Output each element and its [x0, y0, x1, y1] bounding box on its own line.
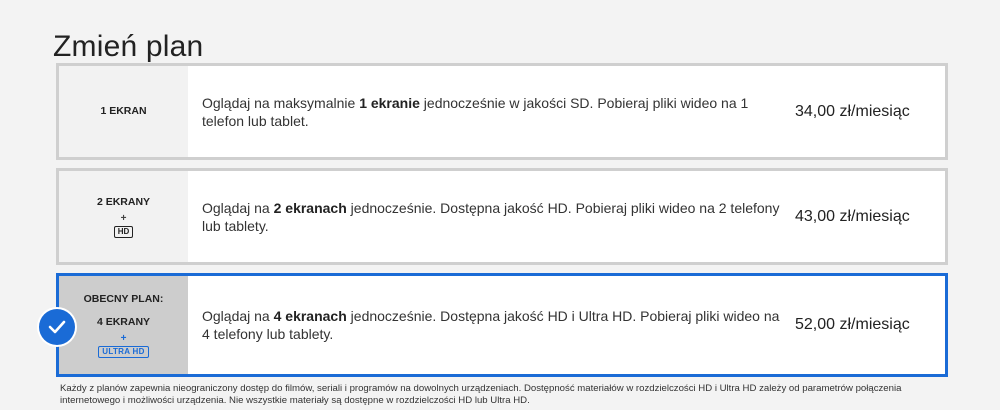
plan-option-1-screen[interactable]: 1 EKRAN Oglądaj na maksymalnie 1 ekranie…	[56, 63, 948, 160]
plan-screens-label: 4 EKRANY	[96, 315, 151, 328]
plan-desc-bold: 1 ekranie	[359, 94, 420, 111]
plus-sign: +	[120, 212, 127, 224]
plan-desc-text: Oglądaj na	[202, 308, 274, 324]
page-title: Zmień plan	[53, 30, 204, 64]
plan-desc-bold: 4 ekranach	[273, 308, 347, 324]
plan-screens-label: 1 EKRAN	[100, 105, 147, 117]
plan-screens-panel: OBECNY PLAN: 4 EKRANY + ULTRA HD	[59, 276, 188, 374]
plan-option-4-screens-current[interactable]: OBECNY PLAN: 4 EKRANY + ULTRA HD Oglądaj…	[56, 273, 948, 377]
plans-footnote: Każdy z planów zapewnia nieograniczony d…	[60, 383, 902, 406]
plan-price: 34,00 zł/miesiąc	[795, 102, 910, 120]
plan-description: Oglądaj na 4 ekranach jednocześnie. Dost…	[188, 276, 795, 374]
plan-description: Oglądaj na maksymalnie 1 ekranie jednocz…	[188, 66, 795, 157]
hd-badge-icon: HD	[113, 225, 134, 238]
selected-checkmark-icon	[39, 309, 75, 345]
plan-desc-text: Oglądaj na maksymalnie	[202, 94, 360, 111]
plan-screens-label: 2 EKRANY	[96, 195, 151, 208]
plan-screens-panel: 1 EKRAN	[59, 66, 188, 157]
ultra-hd-badge-icon: ULTRA HD	[98, 345, 149, 358]
current-plan-label: OBECNY PLAN:	[83, 292, 164, 305]
plan-price: 43,00 zł/miesiąc	[795, 207, 910, 225]
plan-price: 52,00 zł/miesiąc	[795, 316, 910, 333]
plan-desc-bold: 2 ekranach	[273, 199, 347, 216]
plan-option-2-screens[interactable]: 2 EKRANY + HD Oglądaj na 2 ekranach jedn…	[56, 168, 948, 265]
plus-sign: +	[120, 332, 127, 344]
plan-desc-text: Oglądaj na	[202, 199, 274, 216]
plan-screens-panel: 2 EKRANY + HD	[59, 171, 188, 262]
plan-description: Oglądaj na 2 ekranach jednocześnie. Dost…	[188, 171, 795, 262]
